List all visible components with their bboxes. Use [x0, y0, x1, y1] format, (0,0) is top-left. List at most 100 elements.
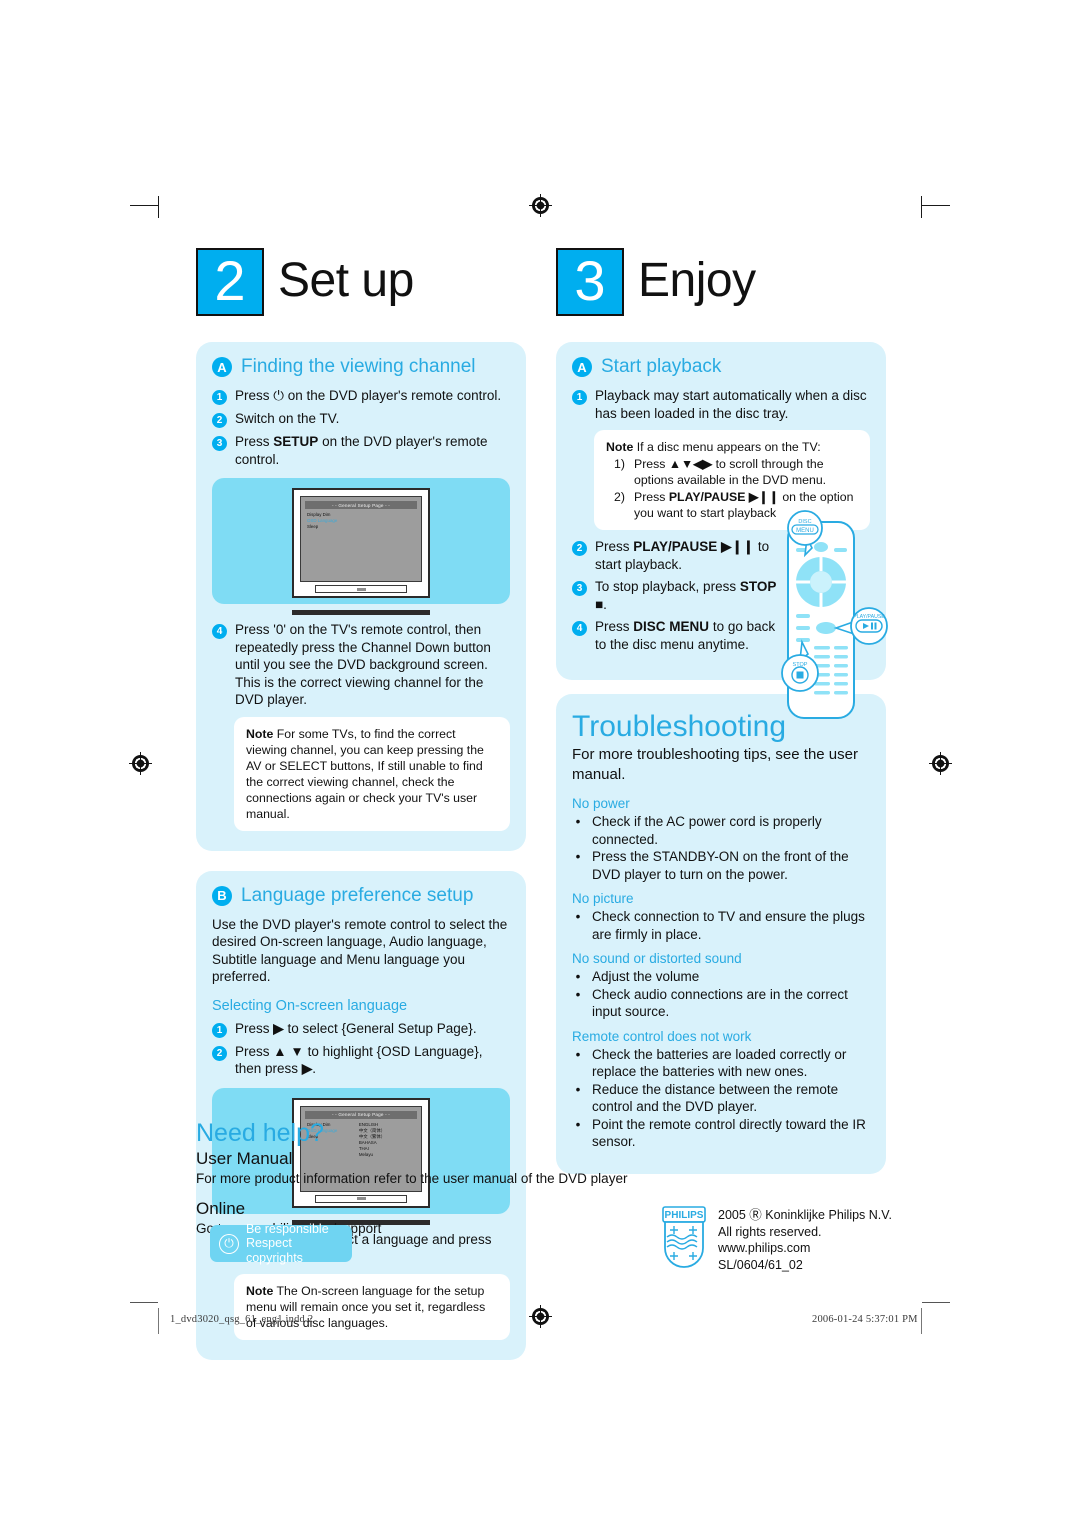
- step-item: 4 Press DISC MENU to go back to the disc…: [572, 618, 777, 653]
- troubleshooting-item: • Press the STANDBY-ON on the front of th…: [572, 848, 870, 883]
- crop-mark-top-right-v: [921, 196, 922, 218]
- step-suffix: .: [312, 1061, 316, 1076]
- tv-body: - - General Setup Page - - Display Dim O…: [292, 488, 430, 598]
- bullet-icon: •: [575, 1081, 581, 1097]
- remote-control-illustration: DISC MENU PLAY/PAUSE STOP: [764, 508, 890, 728]
- troubleshooting-group-head: No sound or distorted sound: [572, 951, 742, 966]
- step-item: 2 Press PLAY/PAUSE ▶❙❙ to start playback…: [572, 538, 777, 573]
- play-pause-icon: ▶❙❙: [721, 539, 755, 554]
- step-number-badge: 2: [196, 248, 264, 316]
- responsible-line-1: Be responsible: [245, 1221, 329, 1236]
- step-number: 4: [572, 621, 587, 636]
- step-text: Press DISC MENU to go back to the disc m…: [595, 618, 777, 653]
- tv-stand: [292, 610, 430, 615]
- note-intro: If a disc menu appears on the TV:: [636, 440, 821, 454]
- play-pause-key-label: PLAY/PAUSE: [633, 539, 718, 554]
- section-heading-b: B Language preference setup: [212, 885, 510, 907]
- tv-screen: - - General Setup Page - - Display Dim O…: [300, 496, 422, 582]
- note-sub-marker: 2): [614, 490, 625, 504]
- step-item: 1 Press ⏻ on the DVD player's remote con…: [212, 387, 510, 405]
- letter-badge-b: B: [212, 885, 232, 906]
- troubleshooting-item-text: Press the STANDBY-ON on the front of the…: [592, 849, 849, 882]
- steps-list-playback-cont: 2 Press PLAY/PAUSE ▶❙❙ to start playback…: [572, 538, 777, 653]
- step-item: 2 Switch on the TV.: [212, 410, 510, 428]
- troubleshooting-item-text: Check connection to TV and ensure the pl…: [592, 909, 865, 942]
- play-pause-key-label: PLAY/PAUSE: [668, 490, 746, 504]
- step-prefix: Press: [235, 1043, 270, 1059]
- note-box-viewing-channel: Note For some TVs, to find the correct v…: [234, 716, 510, 831]
- step-number-badge: 3: [556, 248, 624, 316]
- philips-footer-text: 2005 Ⓡ Koninklijke Philips N.V. All righ…: [718, 1205, 892, 1273]
- be-responsible-text: Be responsible Respect copyrights: [246, 1222, 352, 1266]
- troubleshooting-group: No power • Check if the AC power cord is …: [572, 795, 870, 883]
- print-bar-divider-left: [158, 1308, 159, 1334]
- registration-mark-left: [129, 752, 152, 775]
- note-sub-marker: 1): [614, 457, 625, 471]
- step-prefix: Press: [595, 619, 630, 634]
- step-text: Press '0' on the TV's remote control, th…: [235, 622, 491, 707]
- step-number: 2: [212, 413, 227, 428]
- note-prefix: Press: [634, 457, 666, 471]
- troubleshooting-item: • Check connection to TV and ensure the p…: [572, 908, 870, 943]
- arrow-up-icon: ▲: [668, 457, 682, 471]
- note-label: Note: [246, 726, 274, 741]
- crop-mark-top-left: [130, 205, 158, 206]
- step-text: Press PLAY/PAUSE ▶❙❙ to start playback.: [595, 538, 777, 573]
- user-manual-head: User Manual: [196, 1149, 293, 1168]
- steps-list-b: 1 Press ▶ to select {General Setup Page}…: [212, 1020, 510, 1078]
- note-label: Note: [606, 440, 634, 454]
- steps-list-a: 1 Press ⏻ on the DVD player's remote con…: [212, 387, 510, 468]
- quick-start-guide-page: 2 Set up A Finding the viewing channel 1…: [0, 0, 1080, 1527]
- user-manual-text: For more product information refer to th…: [196, 1171, 628, 1186]
- copyright-line: 2005 Ⓡ Koninklijke Philips N.V.: [718, 1208, 892, 1222]
- section-title-a: Finding the viewing channel: [241, 356, 476, 377]
- arrow-right-icon: ▶: [301, 1061, 313, 1076]
- step-text: Press ▶ to select {General Setup Page}.: [235, 1020, 477, 1038]
- step-number: 1: [572, 390, 587, 405]
- step-number: 3: [572, 581, 587, 596]
- tv-base: [300, 582, 422, 596]
- osd-options-list: [359, 512, 415, 530]
- print-bar-divider-right: [921, 1308, 922, 1334]
- be-responsible-badge: ⏻ Be responsible Respect copyrights: [210, 1222, 352, 1265]
- print-filename: 1_dvd3020_qsg_61_eng1.indd 2: [170, 1314, 314, 1325]
- step-number: 1: [212, 1022, 227, 1038]
- step-heading-setup: 2 Set up: [196, 248, 526, 322]
- step-heading-enjoy: 3 Enjoy: [556, 248, 886, 322]
- step-item: 1 Playback may start automatically when …: [572, 387, 870, 422]
- troubleshooting-group: No picture • Check connection to TV and e…: [572, 890, 870, 943]
- troubleshooting-item: • Check if the AC power cord is properly …: [572, 813, 870, 848]
- troubleshooting-item: • Check the batteries are loaded correctl…: [572, 1046, 870, 1081]
- letter-badge-a: A: [212, 357, 232, 377]
- svg-text:PHILIPS: PHILIPS: [665, 1210, 704, 1221]
- step-prefix: To stop playback, press: [595, 579, 737, 594]
- troubleshooting-intro: For more troubleshooting tips, see the u…: [572, 746, 858, 783]
- disc-menu-key-label: DISC MENU: [633, 619, 710, 634]
- troubleshooting-item-text: Check audio connections are in the corre…: [592, 986, 848, 1020]
- troubleshooting-item-text: Check the batteries are loaded correctly…: [592, 1046, 847, 1080]
- troubleshooting-item: • Check audio connections are in the corr…: [572, 986, 870, 1021]
- troubleshooting-item-text: Adjust the volume: [592, 969, 700, 984]
- website-line: www.philips.com: [718, 1241, 811, 1255]
- registration-mark-right: [929, 752, 952, 775]
- bullet-icon: •: [575, 1046, 581, 1062]
- panel-language-preference-setup: B Language preference setup Use the DVD …: [196, 870, 526, 1360]
- step-text: Press ⏻ on the DVD player's remote contr…: [235, 387, 501, 405]
- panel-finding-viewing-channel: A Finding the viewing channel 1 Press ⏻ …: [196, 342, 526, 851]
- rights-line: All rights reserved.: [718, 1224, 822, 1239]
- subhead-selecting-onscreen-language: Selecting On-screen language: [212, 997, 408, 1014]
- power-icon: ⏻: [273, 388, 284, 403]
- registration-mark-bottom: [529, 1305, 552, 1328]
- section-title-b: Language preference setup: [241, 884, 474, 906]
- troubleshooting-group-head: No power: [572, 796, 630, 811]
- note-prefix: Press: [634, 490, 666, 504]
- setup-key-label: SETUP: [273, 434, 319, 449]
- arrow-down-icon: ▼: [290, 1043, 304, 1059]
- step-prefix: Press: [235, 388, 270, 403]
- tv-control-strip: [314, 585, 408, 593]
- step-text: To stop playback, press STOP ■.: [595, 579, 777, 612]
- bullet-icon: •: [575, 969, 581, 984]
- bullet-icon: •: [575, 986, 581, 1002]
- power-icon: ⏻: [219, 1233, 239, 1254]
- svg-text:PLAY/PAUSE: PLAY/PAUSE: [853, 614, 885, 620]
